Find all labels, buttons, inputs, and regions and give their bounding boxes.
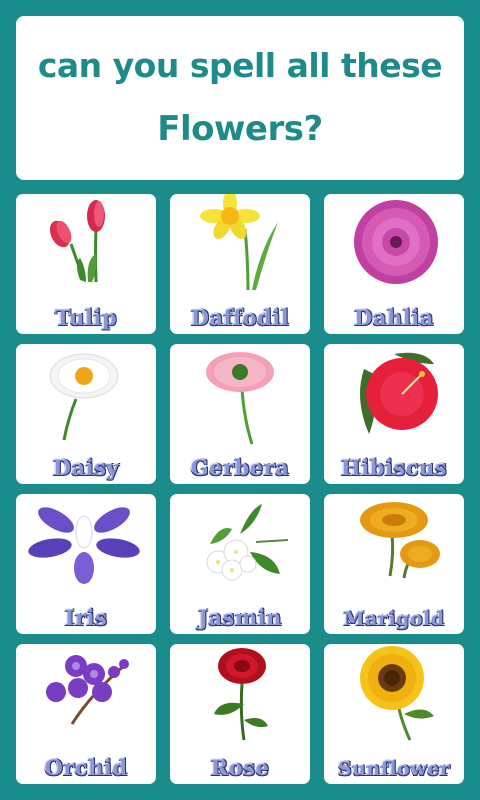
flower-label: Jasmin bbox=[198, 605, 282, 630]
flower-card-jasmin[interactable]: Jasmin bbox=[170, 494, 310, 634]
flower-label: Daffodil bbox=[190, 305, 290, 330]
flower-label: Daisy bbox=[52, 455, 120, 480]
flower-card-rose[interactable]: Rose bbox=[170, 644, 310, 784]
daisy-icon bbox=[49, 353, 119, 441]
flower-card-dahlia[interactable]: Dahlia bbox=[324, 194, 464, 334]
flower-label: Dahlia bbox=[354, 305, 434, 330]
flower-card-sunflower[interactable]: Sunflower bbox=[324, 644, 464, 784]
flower-label: Tulip bbox=[54, 305, 118, 330]
jasmin-icon bbox=[206, 504, 289, 581]
flower-label: Marigold bbox=[343, 608, 445, 630]
flower-label: Hibiscus bbox=[340, 455, 448, 480]
flower-grid: Tulip Daffodil Dahlia Daisy Gerbera Hibi… bbox=[16, 194, 464, 784]
title-line-2: Flowers? bbox=[157, 108, 323, 149]
gerbera-icon bbox=[206, 352, 274, 445]
flower-card-tulip[interactable]: Tulip bbox=[16, 194, 156, 334]
sunflower-icon bbox=[360, 646, 434, 741]
flower-label: Iris bbox=[64, 605, 108, 630]
flower-card-iris[interactable]: Iris bbox=[16, 494, 156, 634]
title-banner: can you spell all these Flowers? bbox=[16, 16, 464, 180]
orchid-icon bbox=[46, 655, 129, 725]
daffodil-icon bbox=[200, 194, 278, 291]
tulip-icon bbox=[49, 200, 105, 283]
rose-icon bbox=[214, 648, 268, 741]
dahlia-icon bbox=[354, 200, 438, 284]
flower-card-orchid[interactable]: Orchid bbox=[16, 644, 156, 784]
flower-card-daffodil[interactable]: Daffodil bbox=[170, 194, 310, 334]
flower-label: Sunflower bbox=[337, 758, 451, 780]
flower-label: Rose bbox=[210, 755, 270, 780]
flower-card-marigold[interactable]: Marigold bbox=[324, 494, 464, 634]
flower-card-gerbera[interactable]: Gerbera bbox=[170, 344, 310, 484]
title-line-1: can you spell all these bbox=[37, 45, 443, 85]
marigold-icon bbox=[360, 502, 440, 579]
hibiscus-icon bbox=[360, 352, 438, 434]
flower-label: Orchid bbox=[44, 755, 128, 780]
iris-icon bbox=[28, 507, 140, 584]
flower-card-daisy[interactable]: Daisy bbox=[16, 344, 156, 484]
flower-label: Gerbera bbox=[190, 455, 290, 480]
flower-card-hibiscus[interactable]: Hibiscus bbox=[324, 344, 464, 484]
